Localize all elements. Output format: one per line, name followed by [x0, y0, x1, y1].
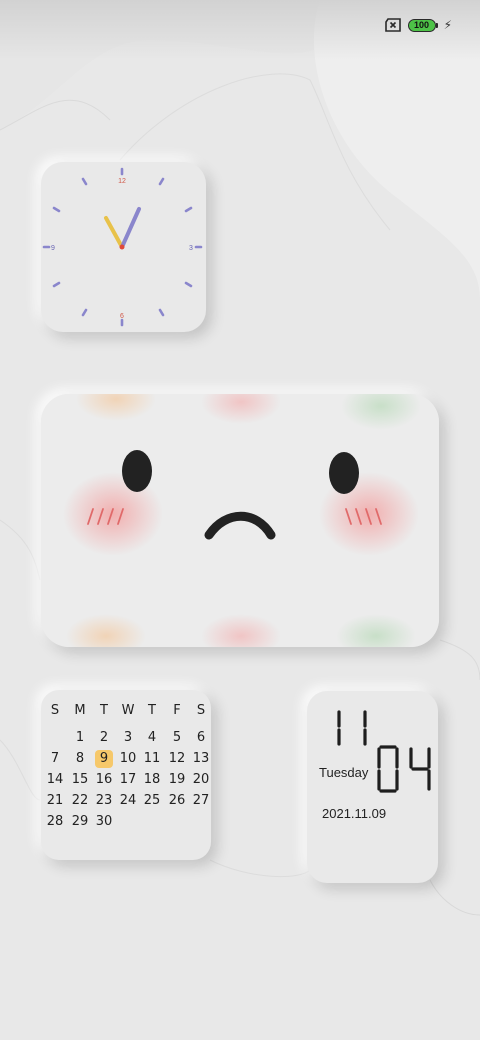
- calendar-day[interactable]: 21: [43, 792, 67, 810]
- weekday-header: M: [74, 703, 86, 718]
- no-sim-icon: [384, 18, 401, 32]
- calendar-day[interactable]: 2: [92, 729, 116, 747]
- calendar-day[interactable]: 5: [165, 729, 189, 747]
- calendar-widget[interactable]: S M T W T F S 1 2 3 4 5 6 7 8 9 10 11 12 13 14 15 16 17 18 19 20 21…: [41, 690, 211, 860]
- calendar-day[interactable]: 18: [140, 771, 164, 789]
- weekday-label: Tuesday: [319, 765, 369, 780]
- calendar-day[interactable]: 4: [140, 729, 164, 747]
- calendar-day[interactable]: 24: [116, 792, 140, 810]
- calendar-day[interactable]: 17: [116, 771, 140, 789]
- minute-digit-1: [377, 745, 399, 793]
- calendar-day[interactable]: 29: [68, 813, 92, 831]
- calendar-day[interactable]: 13: [189, 750, 213, 768]
- calendar-day[interactable]: 7: [43, 750, 67, 768]
- clock-face: 12 3 6 9: [42, 167, 203, 327]
- calendar-day[interactable]: 19: [165, 771, 189, 789]
- digital-clock-widget[interactable]: Tuesday 2021.11.09: [307, 691, 438, 883]
- sad-face: [41, 394, 439, 647]
- hour-hand: [104, 216, 124, 249]
- calendar-day[interactable]: 22: [68, 792, 92, 810]
- calendar-day[interactable]: 16: [92, 771, 116, 789]
- weekday-header: F: [173, 703, 181, 718]
- weekday-header: S: [50, 703, 60, 718]
- calendar-day[interactable]: 20: [189, 771, 213, 789]
- numeral-12: 12: [118, 178, 126, 185]
- analog-clock-widget[interactable]: 12 3 6 9: [41, 162, 206, 332]
- calendar-day[interactable]: 25: [140, 792, 164, 810]
- battery-level: 100: [407, 18, 436, 32]
- calendar-day[interactable]: 27: [189, 792, 213, 810]
- calendar-day[interactable]: 1: [68, 729, 92, 747]
- weekday-header: T: [100, 703, 108, 718]
- numeral-9: 9: [51, 245, 55, 252]
- calendar-day[interactable]: 15: [68, 771, 92, 789]
- clock-center: [119, 244, 125, 250]
- calendar-day[interactable]: 30: [92, 813, 116, 831]
- battery-tip: [435, 22, 438, 28]
- calendar-day[interactable]: 23: [92, 792, 116, 810]
- calendar-day[interactable]: 8: [68, 750, 92, 768]
- left-eye: [122, 450, 152, 492]
- status-bar: 100 ⚡︎: [384, 18, 452, 32]
- sad-face-widget[interactable]: [41, 394, 439, 647]
- calendar-day[interactable]: 10: [116, 750, 140, 768]
- minute-hand: [120, 207, 141, 249]
- calendar-day[interactable]: 6: [189, 729, 213, 747]
- date-label: 2021.11.09: [322, 806, 387, 821]
- calendar-day[interactable]: 12: [165, 750, 189, 768]
- numeral-3: 3: [189, 245, 193, 252]
- weekday-header: S: [196, 703, 206, 718]
- weekday-header: W: [121, 703, 135, 718]
- seven-segment-display: [337, 710, 431, 793]
- bolt-icon: ⚡︎: [443, 18, 452, 32]
- calendar-day[interactable]: 9: [92, 750, 116, 768]
- minute-digit-2: [409, 747, 431, 791]
- calendar-day[interactable]: 14: [43, 771, 67, 789]
- calendar-day[interactable]: 26: [165, 792, 189, 810]
- calendar-day[interactable]: 3: [116, 729, 140, 747]
- calendar-day[interactable]: 28: [43, 813, 67, 831]
- numeral-6: 6: [120, 313, 124, 320]
- calendar-day[interactable]: 11: [140, 750, 164, 768]
- battery-indicator: 100: [407, 18, 438, 32]
- weekday-header: T: [148, 703, 156, 718]
- right-eye: [329, 452, 359, 494]
